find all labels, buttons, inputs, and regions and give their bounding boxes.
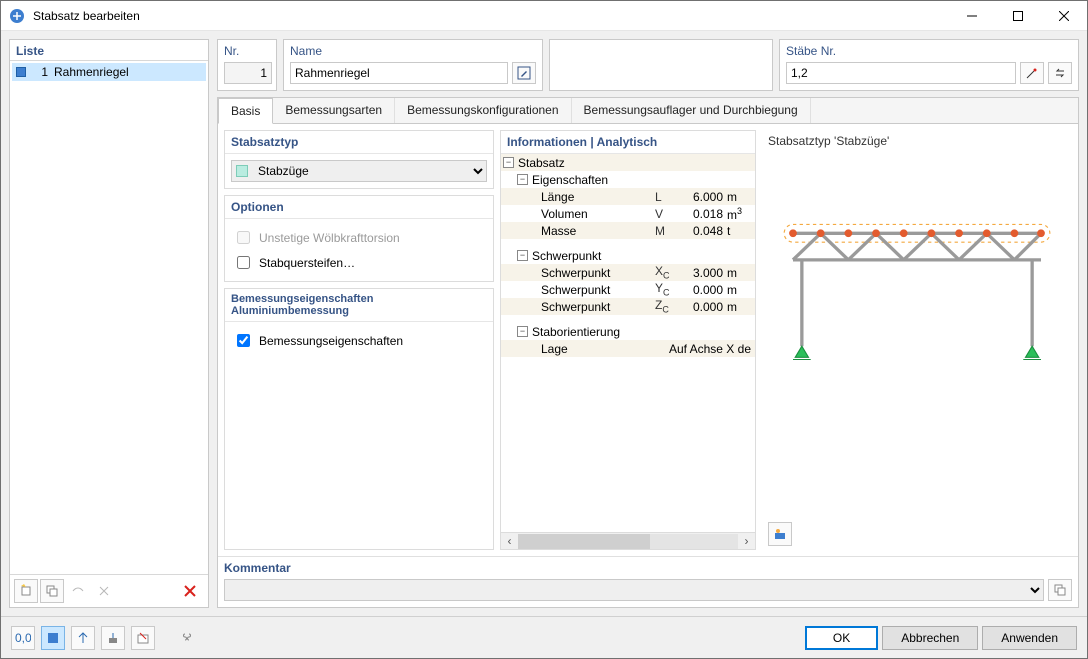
unstetige-checkbox xyxy=(237,231,250,244)
toolbar-button-3[interactable] xyxy=(66,579,90,603)
reverse-button[interactable] xyxy=(1048,62,1072,84)
optionen-panel: Optionen Unstetige Wölbkrafttorsion Stab… xyxy=(224,195,494,282)
stabquersteifen-checkbox-row[interactable]: Stabquersteifen… xyxy=(231,250,487,275)
tree-row-sp-y: Schwerpunkt YC 0.000 m xyxy=(501,281,755,298)
dialog-stabsatz-bearbeiten: Stabsatz bearbeiten Liste 1 Rahmenriegel xyxy=(0,0,1088,659)
name-input[interactable] xyxy=(290,62,508,84)
tree-row-lage: Lage Auf Achse X de xyxy=(501,340,755,357)
preview-header: Stabsatztyp 'Stabzüge' xyxy=(762,130,1072,152)
preview-canvas xyxy=(762,152,1072,518)
ok-button[interactable]: OK xyxy=(805,626,878,650)
scroll-right-icon[interactable]: › xyxy=(738,534,755,549)
bemessungseigenschaften-label: Bemessungseigenschaften xyxy=(259,334,403,348)
unstetige-checkbox-row: Unstetige Wölbkrafttorsion xyxy=(231,225,487,250)
stabsatztyp-panel: Stabsatztyp Stabzüge xyxy=(224,130,494,189)
tab-bemessungskonfigurationen[interactable]: Bemessungskonfigurationen xyxy=(395,98,571,123)
new-item-button[interactable] xyxy=(14,579,38,603)
nr-field-group: Nr. xyxy=(217,39,277,91)
tab-strip: Basis Bemessungsarten Bemessungskonfigur… xyxy=(218,98,1078,124)
top-fields-row: Nr. Name Stäbe Nr. xyxy=(217,39,1079,91)
tree-spacer xyxy=(501,239,755,247)
kommentar-library-button[interactable] xyxy=(1048,579,1072,601)
collapse-icon[interactable]: − xyxy=(517,174,528,185)
tree-row-sp-z: Schwerpunkt ZC 0.000 m xyxy=(501,298,755,315)
name-edit-button[interactable] xyxy=(512,62,536,84)
preview-settings-button[interactable] xyxy=(768,522,792,546)
stabsatztyp-header: Stabsatztyp xyxy=(225,131,493,154)
tree-spacer xyxy=(501,315,755,323)
footer-btn-4[interactable] xyxy=(101,626,125,650)
footer-btn-5[interactable] xyxy=(131,626,155,650)
titlebar: Stabsatz bearbeiten xyxy=(1,1,1087,31)
bemessungseigenschaften-checkbox-row[interactable]: Bemessungseigenschaften xyxy=(231,328,487,353)
collapse-icon[interactable]: − xyxy=(517,326,528,337)
apply-button[interactable]: Anwenden xyxy=(982,626,1077,650)
tree-row-laenge: Länge L 6.000 m xyxy=(501,188,755,205)
collapse-icon[interactable]: − xyxy=(517,250,528,261)
name-field-group: Name xyxy=(283,39,543,91)
list-item-label: Rahmenriegel xyxy=(54,65,129,79)
maximize-button[interactable] xyxy=(995,1,1041,31)
nr-label: Nr. xyxy=(224,44,270,58)
optionen-header: Optionen xyxy=(225,196,493,219)
staebe-field-group: Stäbe Nr. xyxy=(779,39,1079,91)
tree-hscrollbar[interactable]: ‹ › xyxy=(500,533,756,550)
app-icon xyxy=(9,8,25,24)
bemessung-panel: Bemessungseigenschaften Aluminiumbemessu… xyxy=(224,288,494,550)
kommentar-panel: Kommentar xyxy=(218,556,1078,607)
stabquersteifen-label: Stabquersteifen… xyxy=(259,256,355,270)
liste-panel: Liste 1 Rahmenriegel xyxy=(9,39,209,608)
tree-row-masse: Masse M 0.048 t xyxy=(501,222,755,239)
main-panel: Basis Bemessungsarten Bemessungskonfigur… xyxy=(217,97,1079,608)
footer-btn-2[interactable] xyxy=(41,626,65,650)
scroll-left-icon[interactable]: ‹ xyxy=(501,534,518,549)
footer: 0,00 OK Abbrechen Anwenden xyxy=(1,616,1087,658)
tab-basis[interactable]: Basis xyxy=(218,98,273,124)
window-title: Stabsatz bearbeiten xyxy=(33,9,949,23)
tree-node-stabsatz[interactable]: − Stabsatz xyxy=(501,154,755,171)
unstetige-label: Unstetige Wölbkrafttorsion xyxy=(259,231,400,245)
tree-node-schwerpunkt[interactable]: − Schwerpunkt xyxy=(501,247,755,264)
cancel-button[interactable]: Abbrechen xyxy=(882,626,978,650)
bemessung-header: Bemessungseigenschaften Aluminiumbemessu… xyxy=(225,289,493,322)
liste-body: 1 Rahmenriegel xyxy=(10,61,208,574)
delete-item-button[interactable] xyxy=(178,579,202,603)
toolbar-button-4[interactable] xyxy=(92,579,116,603)
tab-bemessungsarten[interactable]: Bemessungsarten xyxy=(273,98,395,123)
footer-btn-3[interactable] xyxy=(71,626,95,650)
collapse-icon[interactable]: − xyxy=(503,157,514,168)
info-header: Informationen | Analytisch xyxy=(501,131,755,154)
preview-column: Stabsatztyp 'Stabzüge' xyxy=(762,130,1072,550)
stabsatztyp-color-icon xyxy=(236,165,248,177)
spacer-field-group xyxy=(549,39,773,91)
tree-row-sp-x: Schwerpunkt XC 3.000 m xyxy=(501,264,755,281)
footer-btn-script[interactable] xyxy=(175,626,199,650)
liste-header: Liste xyxy=(10,40,208,61)
stabquersteifen-checkbox[interactable] xyxy=(237,256,250,269)
svg-text:0,00: 0,00 xyxy=(15,631,31,645)
footer-btn-units[interactable]: 0,00 xyxy=(11,626,35,650)
pick-members-button[interactable] xyxy=(1020,62,1044,84)
stabsatztyp-combo[interactable]: Stabzüge xyxy=(231,160,487,182)
list-item-color-icon xyxy=(16,67,26,77)
list-item-number: 1 xyxy=(32,65,48,79)
tree-node-staborientierung[interactable]: − Staborientierung xyxy=(501,323,755,340)
kommentar-label: Kommentar xyxy=(224,561,1072,575)
kommentar-combo[interactable] xyxy=(224,579,1044,601)
liste-toolbar xyxy=(10,574,208,607)
staebe-input[interactable] xyxy=(786,62,1016,84)
bemessungseigenschaften-checkbox[interactable] xyxy=(237,334,250,347)
tab-bemessungsauflager[interactable]: Bemessungsauflager und Durchbiegung xyxy=(572,98,811,123)
scroll-thumb[interactable] xyxy=(518,534,650,549)
close-button[interactable] xyxy=(1041,1,1087,31)
copy-item-button[interactable] xyxy=(40,579,64,603)
list-item[interactable]: 1 Rahmenriegel xyxy=(12,63,206,81)
staebe-label: Stäbe Nr. xyxy=(786,44,1072,58)
name-label: Name xyxy=(290,44,536,58)
tree-row-volumen: Volumen V 0.018 m3 xyxy=(501,205,755,222)
info-tree: Informationen | Analytisch − Stabsatz − … xyxy=(500,130,756,533)
tree-node-eigenschaften[interactable]: − Eigenschaften xyxy=(501,171,755,188)
minimize-button[interactable] xyxy=(949,1,995,31)
nr-input[interactable] xyxy=(224,62,272,84)
